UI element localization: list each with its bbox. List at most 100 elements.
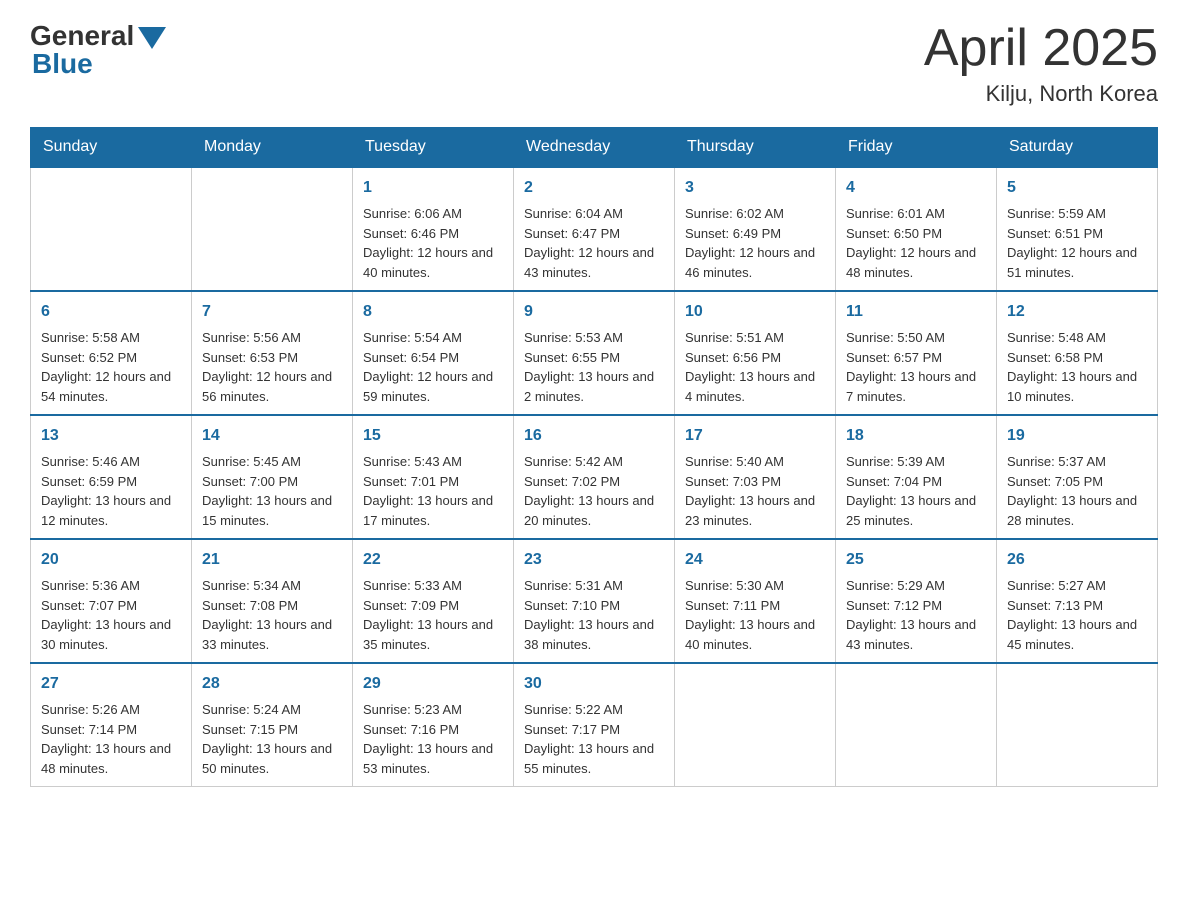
day-number: 24	[685, 548, 825, 572]
calendar-subtitle: Kilju, North Korea	[924, 81, 1158, 107]
daylight-text: Daylight: 13 hours and 43 minutes.	[846, 615, 986, 654]
sunset-text: Sunset: 7:12 PM	[846, 596, 986, 616]
sunrise-text: Sunrise: 5:59 AM	[1007, 204, 1147, 224]
day-number: 27	[41, 672, 181, 696]
sunset-text: Sunset: 6:59 PM	[41, 472, 181, 492]
sunset-text: Sunset: 6:47 PM	[524, 224, 664, 244]
table-row: 26Sunrise: 5:27 AMSunset: 7:13 PMDayligh…	[997, 539, 1158, 663]
daylight-text: Daylight: 13 hours and 15 minutes.	[202, 491, 342, 530]
table-row: 29Sunrise: 5:23 AMSunset: 7:16 PMDayligh…	[353, 663, 514, 787]
table-row: 1Sunrise: 6:06 AMSunset: 6:46 PMDaylight…	[353, 167, 514, 291]
table-row: 6Sunrise: 5:58 AMSunset: 6:52 PMDaylight…	[31, 291, 192, 415]
sunset-text: Sunset: 7:17 PM	[524, 720, 664, 740]
daylight-text: Daylight: 13 hours and 33 minutes.	[202, 615, 342, 654]
sunrise-text: Sunrise: 5:33 AM	[363, 576, 503, 596]
day-number: 1	[363, 176, 503, 200]
sunrise-text: Sunrise: 5:39 AM	[846, 452, 986, 472]
logo: General Blue	[30, 20, 166, 80]
table-row: 21Sunrise: 5:34 AMSunset: 7:08 PMDayligh…	[192, 539, 353, 663]
day-number: 30	[524, 672, 664, 696]
sunset-text: Sunset: 7:01 PM	[363, 472, 503, 492]
table-row: 23 Sunrise: 5:31 AMSunset: 7:10 PMDayligh…	[514, 539, 675, 663]
sunrise-text: Sunrise: 5:30 AM	[685, 576, 825, 596]
sunset-text: Sunset: 7:13 PM	[1007, 596, 1147, 616]
daylight-text: Daylight: 12 hours and 48 minutes.	[846, 243, 986, 282]
daylight-text: Daylight: 13 hours and 23 minutes.	[685, 491, 825, 530]
daylight-text: Daylight: 13 hours and 50 minutes.	[202, 739, 342, 778]
table-row: 18Sunrise: 5:39 AMSunset: 7:04 PMDayligh…	[836, 415, 997, 539]
table-row: 19Sunrise: 5:37 AMSunset: 7:05 PMDayligh…	[997, 415, 1158, 539]
day-number: 19	[1007, 424, 1147, 448]
day-number: 7	[202, 300, 342, 324]
sunset-text: Sunset: 6:46 PM	[363, 224, 503, 244]
day-number: 26	[1007, 548, 1147, 572]
sunset-text: Sunset: 6:55 PM	[524, 348, 664, 368]
sunset-text: Sunset: 7:04 PM	[846, 472, 986, 492]
day-number: 25	[846, 548, 986, 572]
col-monday: Monday	[192, 128, 353, 168]
daylight-text: Daylight: 13 hours and 40 minutes.	[685, 615, 825, 654]
daylight-text: Daylight: 13 hours and 38 minutes.	[524, 615, 664, 654]
table-row: 24 Sunrise: 5:30 AMSunset: 7:11 PMDayligh…	[675, 539, 836, 663]
table-row: 12Sunrise: 5:48 AMSunset: 6:58 PMDayligh…	[997, 291, 1158, 415]
sunset-text: Sunset: 7:11 PM	[685, 596, 825, 616]
day-number: 3	[685, 176, 825, 200]
col-friday: Friday	[836, 128, 997, 168]
day-number: 22	[363, 548, 503, 572]
sunrise-text: Sunrise: 5:40 AM	[685, 452, 825, 472]
daylight-text: Daylight: 12 hours and 43 minutes.	[524, 243, 664, 282]
table-row: 5Sunrise: 5:59 AMSunset: 6:51 PMDaylight…	[997, 167, 1158, 291]
day-number: 12	[1007, 300, 1147, 324]
sunrise-text: Sunrise: 5:27 AM	[1007, 576, 1147, 596]
sunset-text: Sunset: 6:52 PM	[41, 348, 181, 368]
calendar-row: 6Sunrise: 5:58 AMSunset: 6:52 PMDaylight…	[31, 291, 1158, 415]
sunset-text: Sunset: 6:50 PM	[846, 224, 986, 244]
sunrise-text: Sunrise: 5:54 AM	[363, 328, 503, 348]
table-row: 4Sunrise: 6:01 AMSunset: 6:50 PMDaylight…	[836, 167, 997, 291]
col-thursday: Thursday	[675, 128, 836, 168]
calendar-row: 20Sunrise: 5:36 AMSunset: 7:07 PMDayligh…	[31, 539, 1158, 663]
table-row: 7Sunrise: 5:56 AMSunset: 6:53 PMDaylight…	[192, 291, 353, 415]
day-number: 28	[202, 672, 342, 696]
table-row: 27 Sunrise: 5:26 AMSunset: 7:14 PMDayligh…	[31, 663, 192, 787]
calendar-row: 1Sunrise: 6:06 AMSunset: 6:46 PMDaylight…	[31, 167, 1158, 291]
table-row: 10Sunrise: 5:51 AMSunset: 6:56 PMDayligh…	[675, 291, 836, 415]
calendar-row: 13Sunrise: 5:46 AMSunset: 6:59 PMDayligh…	[31, 415, 1158, 539]
sunrise-text: Sunrise: 5:42 AM	[524, 452, 664, 472]
sunrise-text: Sunrise: 5:53 AM	[524, 328, 664, 348]
table-row: 28Sunrise: 5:24 AMSunset: 7:15 PMDayligh…	[192, 663, 353, 787]
sunset-text: Sunset: 6:49 PM	[685, 224, 825, 244]
day-number: 9	[524, 300, 664, 324]
sunset-text: Sunset: 7:14 PM	[41, 720, 181, 740]
daylight-text: Daylight: 13 hours and 55 minutes.	[524, 739, 664, 778]
daylight-text: Daylight: 13 hours and 10 minutes.	[1007, 367, 1147, 406]
sunset-text: Sunset: 7:08 PM	[202, 596, 342, 616]
table-row	[997, 663, 1158, 787]
day-number: 2	[524, 176, 664, 200]
calendar-header-row: Sunday Monday Tuesday Wednesday Thursday…	[31, 128, 1158, 168]
table-row: 25Sunrise: 5:29 AMSunset: 7:12 PMDayligh…	[836, 539, 997, 663]
daylight-text: Daylight: 13 hours and 7 minutes.	[846, 367, 986, 406]
day-number: 21	[202, 548, 342, 572]
day-number: 10	[685, 300, 825, 324]
sunrise-text: Sunrise: 5:43 AM	[363, 452, 503, 472]
sunrise-text: Sunrise: 5:26 AM	[41, 700, 181, 720]
table-row	[31, 167, 192, 291]
calendar-title: April 2025	[924, 20, 1158, 77]
day-number: 16	[524, 424, 664, 448]
daylight-text: Daylight: 13 hours and 48 minutes.	[41, 739, 181, 778]
day-number: 23	[524, 548, 664, 572]
sunrise-text: Sunrise: 5:36 AM	[41, 576, 181, 596]
day-number: 14	[202, 424, 342, 448]
sunset-text: Sunset: 7:10 PM	[524, 596, 664, 616]
table-row: 9 Sunrise: 5:53 AMSunset: 6:55 PMDaylight…	[514, 291, 675, 415]
sunset-text: Sunset: 7:07 PM	[41, 596, 181, 616]
sunrise-text: Sunrise: 5:45 AM	[202, 452, 342, 472]
col-tuesday: Tuesday	[353, 128, 514, 168]
sunrise-text: Sunrise: 5:22 AM	[524, 700, 664, 720]
daylight-text: Daylight: 13 hours and 2 minutes.	[524, 367, 664, 406]
daylight-text: Daylight: 12 hours and 56 minutes.	[202, 367, 342, 406]
title-block: April 2025 Kilju, North Korea	[924, 20, 1158, 107]
sunset-text: Sunset: 7:16 PM	[363, 720, 503, 740]
sunrise-text: Sunrise: 5:31 AM	[524, 576, 664, 596]
